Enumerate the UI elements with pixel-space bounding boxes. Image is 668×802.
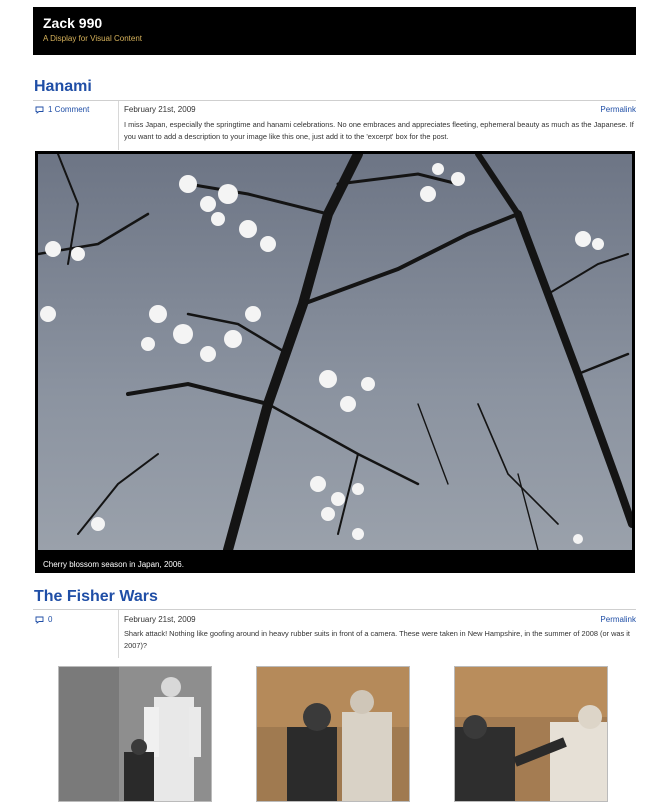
comments-count: 1 Comment (48, 105, 90, 114)
comment-icon (35, 106, 44, 114)
gallery-thumbnail-1[interactable] (58, 666, 212, 802)
permalink[interactable]: Permalink (600, 105, 636, 114)
post-excerpt: Shark attack! Nothing like goofing aroun… (124, 629, 630, 650)
comment-icon (35, 616, 44, 624)
post-divider (33, 609, 636, 610)
image-caption: Cherry blossom season in Japan, 2006. (43, 560, 184, 569)
post-image[interactable]: Cherry blossom season in Japan, 2006. (35, 151, 635, 573)
comments-count: 0 (48, 615, 53, 624)
post-divider (33, 100, 636, 101)
permalink[interactable]: Permalink (600, 615, 636, 624)
post-title-fisher-wars[interactable]: The Fisher Wars (34, 587, 158, 607)
gallery-thumbnail-2[interactable] (256, 666, 410, 802)
gallery-thumbnail-3[interactable] (454, 666, 608, 802)
post-excerpt: I miss Japan, especially the springtime … (124, 120, 634, 141)
cherry-blossom-photo (38, 154, 632, 550)
meta-column-divider (118, 610, 119, 658)
site-title[interactable]: Zack 990 (43, 15, 626, 31)
site-header: Zack 990 A Display for Visual Content (33, 7, 636, 55)
post-title-hanami[interactable]: Hanami (34, 77, 92, 97)
meta-column-divider (118, 101, 119, 150)
comments-link[interactable]: 1 Comment (35, 105, 89, 114)
site-tagline: A Display for Visual Content (43, 34, 143, 43)
post-date: February 21st, 2009 (124, 105, 196, 114)
post-date: February 21st, 2009 (124, 615, 196, 624)
comments-link[interactable]: 0 (35, 615, 52, 624)
